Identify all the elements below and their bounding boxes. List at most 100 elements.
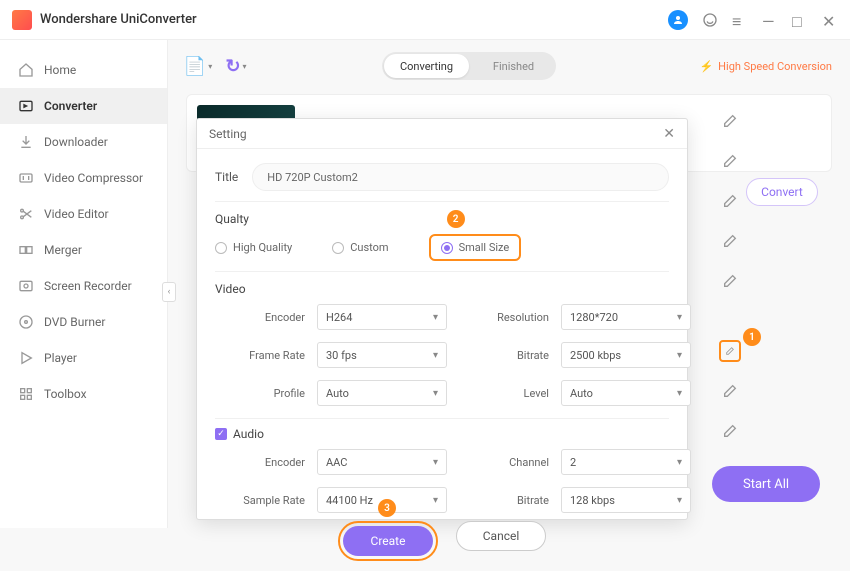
edit-preset-icon[interactable] (719, 420, 741, 442)
annotation-3: 3 (378, 499, 396, 517)
resolution-label: Resolution (459, 311, 549, 324)
app-logo-icon (12, 10, 32, 30)
edit-preset-icon[interactable] (719, 110, 741, 132)
radio-custom[interactable]: Custom (332, 241, 388, 254)
user-avatar-icon[interactable] (668, 10, 688, 30)
framerate-label: Frame Rate (215, 349, 305, 362)
sidebar-item-dvd[interactable]: DVD Burner (0, 304, 167, 340)
support-icon[interactable] (702, 12, 718, 28)
annotation-2: 2 (447, 210, 465, 228)
scissors-icon (18, 206, 34, 222)
modal-close-icon[interactable]: ✕ (663, 126, 675, 142)
refresh-add-icon: ↻ (225, 56, 240, 77)
sidebar-label: DVD Burner (44, 315, 105, 329)
sidebar-item-downloader[interactable]: Downloader (0, 124, 167, 160)
channel-select[interactable]: 2 (561, 449, 691, 475)
sidebar-label: Video Editor (44, 207, 109, 221)
compress-icon (18, 170, 34, 186)
menu-icon[interactable]: ≡ (732, 12, 748, 28)
add-file-button[interactable]: 📄▾ (186, 54, 210, 78)
sidebar-label: Converter (44, 99, 97, 113)
edit-preset-icon[interactable] (719, 190, 741, 212)
hsc-label: High Speed Conversion (718, 60, 832, 73)
sidebar-label: Toolbox (44, 387, 87, 401)
sidebar-item-compressor[interactable]: Video Compressor (0, 160, 167, 196)
toolbar: 📄▾ ↻▾ Converting Finished ⚡High Speed Co… (186, 52, 832, 80)
sidebar-item-merger[interactable]: Merger (0, 232, 167, 268)
sidebar-item-home[interactable]: Home (0, 52, 167, 88)
sidebar-item-editor[interactable]: Video Editor (0, 196, 167, 232)
annotation-1: 1 (743, 328, 761, 346)
high-speed-toggle[interactable]: ⚡High Speed Conversion (699, 60, 832, 73)
radio-small-size[interactable]: Small Size (441, 241, 510, 254)
create-button[interactable]: Create (343, 526, 433, 556)
framerate-select[interactable]: 30 fps (317, 342, 447, 368)
close-icon[interactable]: ✕ (822, 12, 838, 28)
maximize-icon[interactable]: □ (792, 12, 808, 28)
radio-high-quality[interactable]: High Quality (215, 241, 292, 254)
level-select[interactable]: Auto (561, 380, 691, 406)
edit-preset-icon[interactable] (719, 380, 741, 402)
grid-icon (18, 386, 34, 402)
sidebar-collapse-icon[interactable]: ‹ (162, 282, 176, 302)
merge-icon (18, 242, 34, 258)
add-url-button[interactable]: ↻▾ (224, 54, 248, 78)
cancel-button[interactable]: Cancel (456, 521, 546, 551)
title-label: Title (215, 170, 238, 184)
convert-button[interactable]: Convert (746, 178, 818, 206)
sidebar-item-converter[interactable]: Converter (0, 88, 167, 124)
edit-preset-icon-highlighted[interactable]: 1 (719, 340, 741, 362)
encoder-label: Encoder (215, 311, 305, 324)
sidebar-item-recorder[interactable]: Screen Recorder (0, 268, 167, 304)
edit-preset-icon[interactable] (719, 270, 741, 292)
minimize-icon[interactable]: — (762, 12, 778, 28)
radio-label: High Quality (233, 241, 292, 254)
file-add-icon: 📄 (184, 56, 206, 77)
chevron-down-icon: ▾ (243, 62, 247, 71)
quality-section-label: Qualty (215, 201, 669, 226)
audio-encoder-label: Encoder (215, 456, 305, 469)
sidebar-label: Screen Recorder (44, 279, 132, 293)
sidebar-item-player[interactable]: Player (0, 340, 167, 376)
record-icon (18, 278, 34, 294)
channel-label: Channel (459, 456, 549, 469)
edit-preset-icon[interactable] (719, 150, 741, 172)
audio-checkbox[interactable]: ✓ (215, 428, 227, 440)
play-icon (18, 350, 34, 366)
video-encoder-select[interactable]: H264 (317, 304, 447, 330)
settings-modal: Setting ✕ Title Qualty High Quality Cust… (196, 118, 688, 520)
radio-label: Custom (350, 241, 388, 254)
audio-encoder-select[interactable]: AAC (317, 449, 447, 475)
tab-finished[interactable]: Finished (471, 52, 556, 80)
start-all-button[interactable]: Start All (712, 466, 820, 502)
video-bitrate-select[interactable]: 2500 kbps (561, 342, 691, 368)
tab-converting[interactable]: Converting (384, 54, 469, 78)
home-icon (18, 62, 34, 78)
sidebar-label: Downloader (44, 135, 108, 149)
sidebar: Home Converter Downloader Video Compress… (0, 40, 168, 528)
resolution-select[interactable]: 1280*720 (561, 304, 691, 330)
title-input[interactable] (252, 163, 669, 191)
radio-label: Small Size (459, 241, 510, 254)
app-title: Wondershare UniConverter (40, 12, 197, 27)
converter-icon (18, 98, 34, 114)
profile-select[interactable]: Auto (317, 380, 447, 406)
sidebar-label: Player (44, 351, 77, 365)
video-section-label: Video (215, 271, 669, 296)
modal-header: Setting ✕ (197, 119, 687, 149)
radio-small-size-highlight: Small Size 2 (429, 234, 522, 261)
edit-preset-icon[interactable] (719, 230, 741, 252)
sidebar-item-toolbox[interactable]: Toolbox (0, 376, 167, 412)
bitrate-label: Bitrate (459, 349, 549, 362)
modal-title: Setting (209, 127, 247, 141)
audio-bitrate-select[interactable]: 128 kbps (561, 487, 691, 513)
profile-label: Profile (215, 387, 305, 400)
audio-bitrate-label: Bitrate (459, 494, 549, 507)
status-segment: Converting Finished (382, 52, 556, 80)
sidebar-label: Merger (44, 243, 82, 257)
level-label: Level (459, 387, 549, 400)
download-icon (18, 134, 34, 150)
titlebar: Wondershare UniConverter ≡ — □ ✕ (0, 0, 850, 40)
samplerate-label: Sample Rate (215, 494, 305, 507)
sidebar-label: Video Compressor (44, 171, 143, 185)
